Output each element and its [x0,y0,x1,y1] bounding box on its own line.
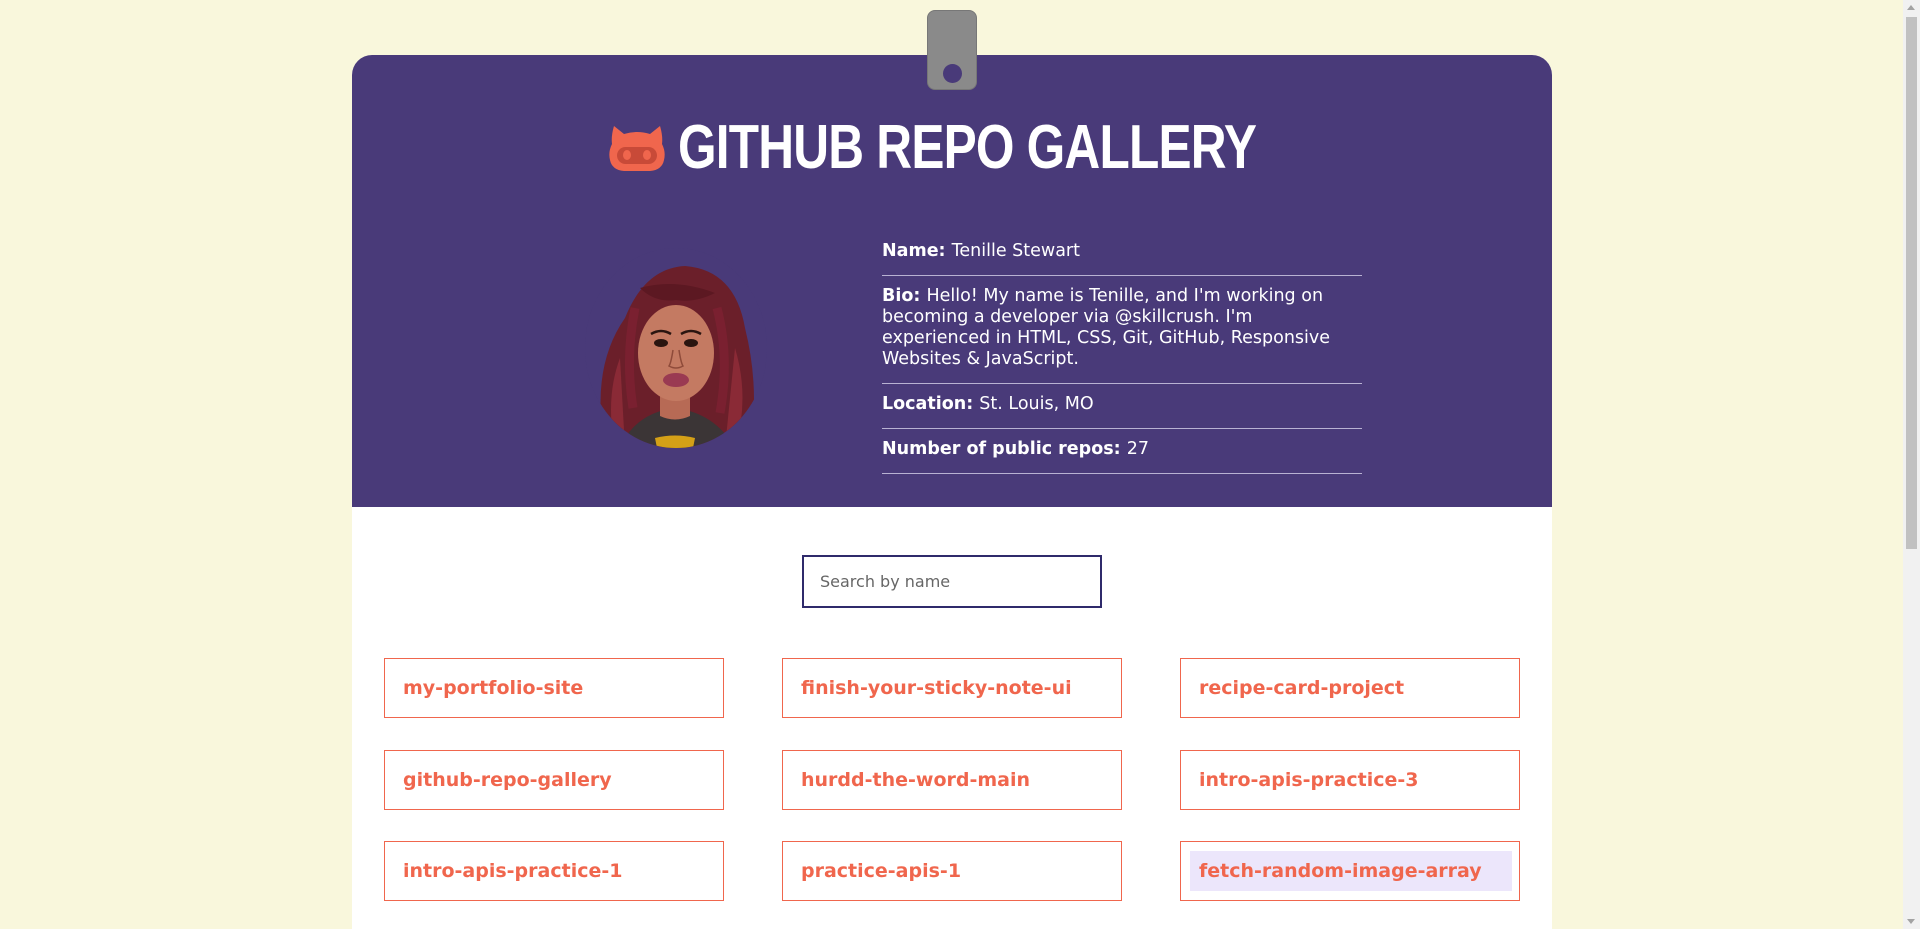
location-value: St. Louis, MO [979,394,1094,414]
profile-info: Name: Tenille Stewart Bio: Hello! My nam… [882,231,1362,474]
repo-name: fetch-random-image-array [1190,851,1512,891]
gallery-card: GITHUB REPO GALLERY Name: Tenille Stewar… [352,55,1552,929]
repo-name: recipe-card-project [1199,677,1405,699]
bio-label: Bio: [882,286,927,306]
repos-count-value: 27 [1126,439,1149,459]
page: GITHUB REPO GALLERY Name: Tenille Stewar… [0,0,1920,929]
repo-name: hurdd-the-word-main [801,769,1031,791]
repo-card-practice-apis-1[interactable]: practice-apis-1 [782,841,1122,901]
page-title: GITHUB REPO GALLERY [678,112,1257,182]
repo-card-github-repo-gallery[interactable]: github-repo-gallery [384,750,724,810]
clip-hole [943,64,962,83]
title-row: GITHUB REPO GALLERY [352,107,1552,187]
profile-name-row: Name: Tenille Stewart [882,231,1362,276]
repo-card-my-portfolio-site[interactable]: my-portfolio-site [384,658,724,718]
profile-header: GITHUB REPO GALLERY Name: Tenille Stewar… [352,55,1552,507]
search-input[interactable] [802,555,1102,608]
vertical-scrollbar[interactable] [1903,0,1920,929]
scroll-down-icon[interactable] [1907,919,1915,924]
repo-name: my-portfolio-site [403,677,584,699]
repo-card-finish-your-sticky-note-ui[interactable]: finish-your-sticky-note-ui [782,658,1122,718]
repo-card-hurdd-the-word-main[interactable]: hurdd-the-word-main [782,750,1122,810]
repo-name: intro-apis-practice-1 [403,860,623,882]
repo-name: practice-apis-1 [801,860,962,882]
profile-bio-row: Bio: Hello! My name is Tenille, and I'm … [882,276,1362,384]
repo-card-intro-apis-practice-1[interactable]: intro-apis-practice-1 [384,841,724,901]
badge-clip-icon [927,10,977,90]
repo-card-intro-apis-practice-3[interactable]: intro-apis-practice-3 [1180,750,1520,810]
scrollbar-thumb[interactable] [1906,17,1917,549]
profile-location-row: Location: St. Louis, MO [882,384,1362,429]
scroll-up-icon[interactable] [1907,5,1915,10]
profile-repos-row: Number of public repos: 27 [882,429,1362,474]
repo-card-fetch-random-image-array[interactable]: fetch-random-image-array [1180,841,1520,901]
repo-name: intro-apis-practice-3 [1199,769,1419,791]
github-octocat-icon [609,126,665,171]
repo-name: github-repo-gallery [403,769,612,791]
avatar-image [585,248,767,448]
repo-name: finish-your-sticky-note-ui [801,677,1072,699]
repo-card-recipe-card-project[interactable]: recipe-card-project [1180,658,1520,718]
repos-count-label: Number of public repos: [882,439,1127,459]
bio-value: Hello! My name is Tenille, and I'm worki… [882,286,1331,369]
name-value: Tenille Stewart [951,241,1080,261]
avatar [585,248,767,448]
name-label: Name: [882,241,952,261]
location-label: Location: [882,394,980,414]
